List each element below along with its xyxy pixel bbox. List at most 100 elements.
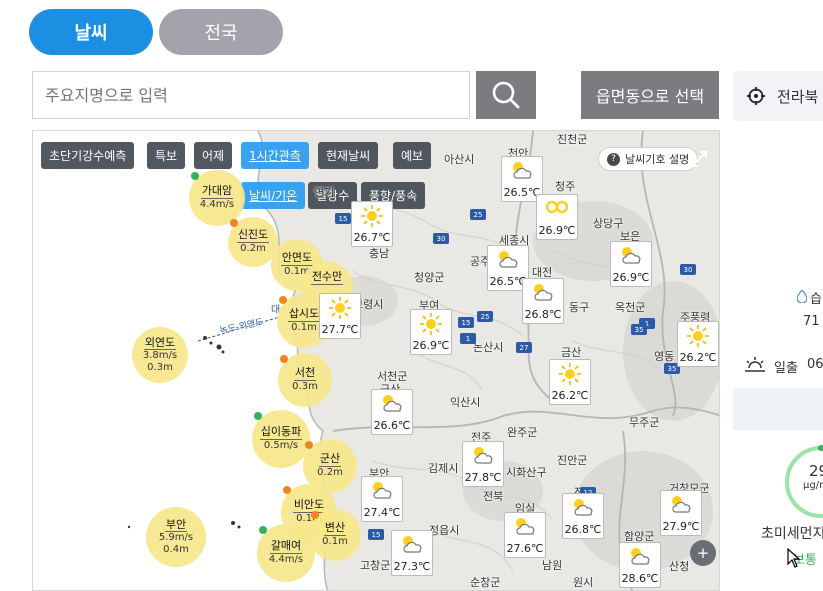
station-bubble[interactable]: 부안 5.9m/s 0.4m <box>146 507 206 567</box>
chip-current-weather[interactable]: 현재날씨 <box>318 142 379 169</box>
weather-marker[interactable]: 26.9℃ <box>610 241 652 287</box>
search-input[interactable] <box>33 72 469 118</box>
weather-marker[interactable]: 26.9℃ <box>410 309 452 355</box>
haze-icon <box>545 200 569 214</box>
station-bubble[interactable]: 십이동파 0.5m/s <box>252 410 310 468</box>
sun-icon <box>559 363 581 385</box>
chip-weather-temp[interactable]: 날씨/기온 <box>241 182 306 209</box>
tab-weather[interactable]: 날씨 <box>29 9 153 55</box>
zoom-in-button[interactable]: + <box>690 540 716 566</box>
station-status-dot <box>134 329 142 337</box>
weather-marker[interactable]: 27.8℃ <box>462 441 504 487</box>
current-location-card[interactable]: 전라북 <box>733 71 823 121</box>
fullscreen-button[interactable] <box>685 145 713 173</box>
place-label: 옥천군 <box>615 301 646 314</box>
place-label: 진천군 <box>557 133 588 146</box>
station-name: 갈매여 <box>269 539 303 555</box>
place-label: 산청 <box>669 560 690 573</box>
partly-cloudy-icon <box>672 496 691 513</box>
station-bubble[interactable]: 외연도 3.8m/s 0.3m <box>132 327 188 383</box>
pm-unit: μg/m <box>803 480 823 491</box>
mouse-cursor-icon <box>787 548 801 568</box>
station-name: 군산 <box>318 452 342 468</box>
route-shield: 25 <box>477 311 493 322</box>
place-label: 시화산구 <box>506 466 547 479</box>
marker-temperature: 26.5℃ <box>503 186 541 199</box>
route-shield: 30 <box>433 233 449 244</box>
place-label: 고창군 <box>360 559 391 572</box>
marker-temperature: 26.8℃ <box>564 523 602 536</box>
humidity-icon <box>797 290 807 303</box>
station-name: 외연도 <box>143 335 177 351</box>
place-label: 금산 <box>561 346 582 359</box>
station-status-dot <box>280 355 288 363</box>
station-bubble[interactable]: 가대암 4.4m/s <box>189 170 245 226</box>
station-value: 3.8m/s <box>142 350 178 362</box>
place-label: 전북 <box>483 490 504 503</box>
sunrise-icon <box>745 357 765 372</box>
station-bubble[interactable]: 서천 0.3m <box>278 353 332 407</box>
weather-marker[interactable]: 26.6℃ <box>371 389 413 435</box>
chip-yesterday[interactable]: 어제 <box>194 142 233 169</box>
place-label: 무주군 <box>629 416 660 429</box>
chip-warnings[interactable]: 특보 <box>147 142 186 169</box>
search-box <box>32 71 470 119</box>
tab-nationwide[interactable]: 전국 <box>159 9 283 55</box>
partly-cloudy-icon <box>403 536 422 553</box>
weather-marker[interactable]: 27.4℃ <box>361 476 403 522</box>
marker-temperature: 26.9℃ <box>412 339 450 352</box>
station-bubble[interactable]: 갈매여 4.4m/s <box>257 524 315 582</box>
region-select-button[interactable]: 읍면동으로 선택 <box>581 71 719 119</box>
station-name: 십이동파 <box>259 425 303 441</box>
station-name: 전수만 <box>310 270 344 285</box>
place-label: 동구 <box>569 301 590 314</box>
place-label: 청주 <box>555 180 576 193</box>
weather-marker[interactable]: 26.8℃ <box>522 278 564 324</box>
weather-marker[interactable]: 27.6℃ <box>504 512 546 558</box>
marker-temperature: 26.9℃ <box>538 224 576 237</box>
search-icon <box>492 81 520 109</box>
place-label: 청양군 <box>414 271 445 284</box>
chip-rain-nowcast[interactable]: 초단기강수예측 <box>41 142 135 169</box>
route-shield: 35 <box>631 324 647 335</box>
weather-marker[interactable]: 28.6℃ <box>619 542 661 588</box>
station-status-dot <box>230 219 238 227</box>
weather-marker[interactable]: 27.3℃ <box>391 530 433 576</box>
chip-hourly-observation[interactable]: 1시간관측 <box>241 142 309 169</box>
place-label: 익산시 <box>450 396 481 409</box>
place-label: 완주군 <box>507 426 538 439</box>
partly-cloudy-icon <box>631 548 650 565</box>
weather-legend-button[interactable]: ? 날씨기호 설명 <box>598 147 699 171</box>
weather-map[interactable]: 초단기강수예측 특보 어제 1시간관측 현재날씨 예보 날씨/기온 일강수 풍향… <box>32 130 720 591</box>
search-button[interactable] <box>476 71 536 119</box>
station-value: 0.5m/s <box>263 440 299 452</box>
sun-icon <box>420 313 442 335</box>
station-status-dot <box>305 441 313 449</box>
weather-page: 날씨 전국 읍면동으로 선택 전라북 <box>0 0 823 591</box>
station-name: 서천 <box>293 366 317 382</box>
marker-temperature: 26.2℃ <box>551 389 589 402</box>
station-bubble[interactable]: 변산 0.1m <box>309 509 361 561</box>
weather-marker[interactable]: 27.7℃ <box>319 293 361 339</box>
route-shield: 15 <box>368 529 384 540</box>
weather-marker[interactable]: 27.9℃ <box>660 490 702 536</box>
help-icon: ? <box>607 152 620 166</box>
partly-cloudy-icon <box>474 447 493 464</box>
place-label: 논산시 <box>473 341 504 354</box>
weather-marker[interactable]: 26.9℃ <box>536 194 578 240</box>
sunrise-value: 06 <box>807 357 823 372</box>
station-status-dot <box>279 296 287 304</box>
weather-marker[interactable]: 26.2℃ <box>549 359 591 405</box>
place-label: 원시 <box>573 576 594 589</box>
station-value: 5.9m/s <box>158 532 194 544</box>
station-value: 4.4m/s <box>199 199 235 211</box>
weather-marker[interactable]: 26.8℃ <box>562 493 604 539</box>
weather-marker[interactable]: 26.7℃ <box>351 201 393 247</box>
weather-marker[interactable]: 26.2℃ <box>677 321 719 367</box>
place-label: 정읍시 <box>429 524 460 537</box>
side-panel: 습 71 일출 06 29 μg/m 초미세먼지 보통 <box>733 130 823 591</box>
route-shield: 30 <box>680 264 696 275</box>
partly-cloudy-icon <box>574 499 593 516</box>
station-value: 4.4m/s <box>268 554 304 566</box>
chip-forecast[interactable]: 예보 <box>393 142 432 169</box>
